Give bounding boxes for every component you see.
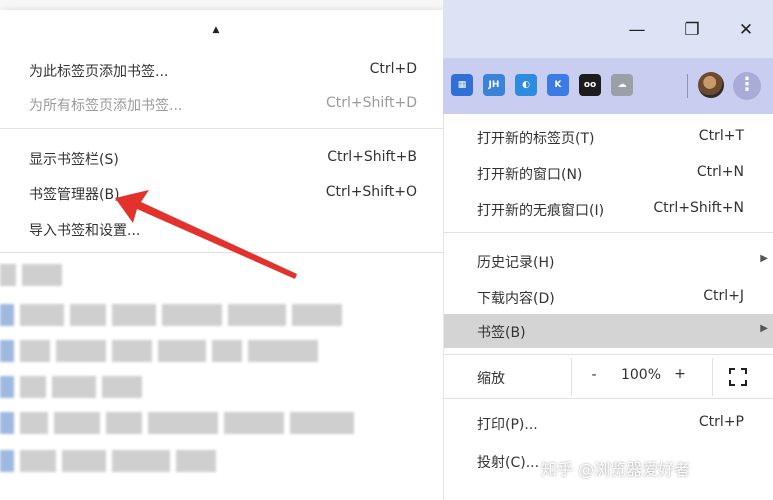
menu-item-label: 书签(B) [477,325,526,341]
print-item[interactable]: 打印(P)... Ctrl+P [444,406,773,440]
menu-item-shortcut: Ctrl+J [703,288,744,304]
red-arrow-annotation [115,190,297,279]
show-bookmarks-bar[interactable]: 显示书签栏(S) Ctrl+Shift+B [0,142,443,174]
menu-item-label: 打开新的标签页(T) [477,131,595,147]
zoom-label: 缩放 [477,371,505,387]
menu-separator [0,128,443,129]
restore-button[interactable]: ❐ [668,8,716,52]
zoom-control: - 100% + [571,358,713,396]
menu-item-shortcut: Ctrl+T [698,128,744,144]
menu-item-shortcut: Ctrl+D [369,61,417,77]
menu-item-label: 历史记录(H) [477,255,555,271]
menu-item-label: 为所有标签页添加书签... [29,98,183,114]
k-extension-icon[interactable]: K [547,74,569,96]
zoom-out-button[interactable]: - [584,367,604,383]
minimize-button[interactable]: — [613,8,661,52]
menu-item-shortcut: Ctrl+Shift+D [326,95,417,111]
zoom-level: 100% [620,367,662,383]
submenu-arrow-icon: ▶ [760,323,768,334]
toolbar-divider [687,74,688,98]
menu-item-shortcut: Ctrl+N [696,164,744,180]
submenu-arrow-icon: ▶ [760,253,768,264]
zoom-in-button[interactable]: + [670,366,690,382]
watermark: 知乎 @浏览器爱好者 [541,460,691,479]
new-incognito-item[interactable]: 打开新的无痕窗口(I) Ctrl+Shift+N [444,192,773,226]
menu-item-shortcut: Ctrl+P [698,414,744,430]
browser-toolbar: ▦ JH ◐ Koo ☁ ⋮ [443,58,773,114]
menu-item-label: 打印(P)... [477,417,538,433]
add-bookmark-this-tab[interactable]: 为此标签页添加书签... Ctrl+D [0,54,443,86]
audio-extension-icon[interactable]: ◐ [515,74,537,96]
more-menu-icon[interactable]: ⋮ [733,72,761,100]
menu-separator [444,354,773,355]
menu-item-label: 投射(C)... [477,455,540,471]
menu-item-label: 为此标签页添加书签... [29,64,169,80]
menu-item-shortcut: Ctrl+Shift+N [653,200,744,216]
history-item[interactable]: 历史记录(H) ▶ [444,244,773,278]
cloud-extension-icon[interactable]: ☁ [611,74,633,96]
blurred-bookmark-row[interactable] [0,340,318,362]
menu-item-label: 打开新的窗口(N) [477,167,583,183]
menu-item-shortcut: Ctrl+Shift+B [327,149,417,165]
grid-extension-icon[interactable]: ▦ [451,74,473,96]
menu-separator [444,232,773,233]
new-window-item[interactable]: 打开新的窗口(N) Ctrl+N [444,156,773,190]
arrow-shape [115,190,297,279]
menu-item-label: 打开新的无痕窗口(I) [477,203,605,219]
blurred-bookmark-row[interactable] [0,304,342,326]
browser-screen: ▲ 为此标签页添加书签... Ctrl+D 为所有标签页添加书签... Ctrl… [0,0,773,500]
menu-item-label: 下载内容(D) [477,291,555,307]
profile-avatar[interactable] [698,72,724,98]
downloads-item[interactable]: 下载内容(D) Ctrl+J [444,280,773,314]
title-bar: — ❐ ✕ [443,0,773,58]
tampermonkey-icon[interactable]: oo [579,74,601,96]
blurred-bookmark-row[interactable] [0,376,142,398]
blurred-bookmark-row[interactable] [0,450,216,472]
close-button[interactable]: ✕ [722,8,770,52]
menu-item-shortcut: Ctrl+Shift+O [325,184,417,200]
new-tab-item[interactable]: 打开新的标签页(T) Ctrl+T [444,120,773,154]
blurred-bookmark-row[interactable] [0,412,354,434]
chrome-main-menu: 打开新的标签页(T) Ctrl+T 打开新的窗口(N) Ctrl+N 打开新的无… [443,114,773,500]
fullscreen-icon[interactable] [729,368,747,386]
zoom-row: 缩放 - 100% + [444,358,773,396]
menu-item-label: 显示书签栏(S) [29,152,119,168]
blurred-bookmark-row[interactable] [0,264,62,286]
menu-separator [444,398,773,399]
bookmarks-item[interactable]: 书签(B) ▶ [444,314,773,348]
menu-item-label: 书签管理器(B) [29,187,120,203]
bookmarks-submenu: ▲ 为此标签页添加书签... Ctrl+D 为所有标签页添加书签... Ctrl… [0,10,443,500]
scroll-up-arrow-icon[interactable]: ▲ [208,23,224,37]
jh-extension-icon[interactable]: JH [483,74,505,96]
add-bookmark-all-tabs: 为所有标签页添加书签... Ctrl+Shift+D [0,88,443,120]
